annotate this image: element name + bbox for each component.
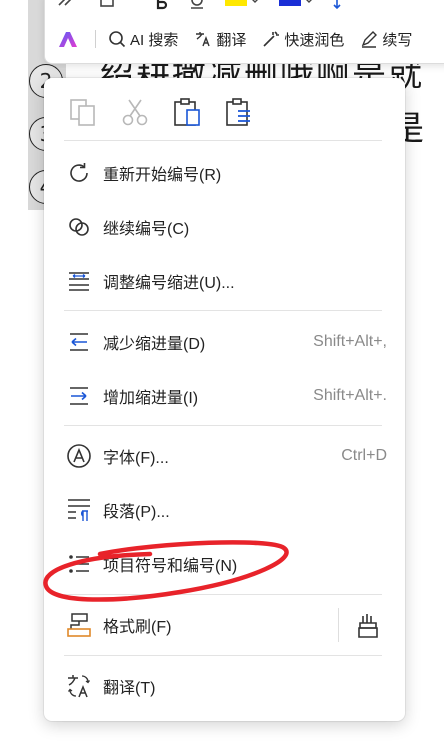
menu-item-format-painter[interactable]: 格式刷(F) [44, 600, 329, 650]
menu-item-label: 重新开始编号(R) [103, 167, 222, 184]
ai-search-button[interactable]: AI 搜索 [108, 29, 178, 50]
format-row [57, 0, 347, 15]
context-menu: 重新开始编号(R) 继续编号(C) 调整编号缩进(U)... 减少缩进量(D) … [44, 78, 405, 721]
menu-item-decrease-indent[interactable]: 减少缩进量(D) Shift+Alt+, [44, 317, 405, 367]
format-painter-separator [338, 608, 339, 642]
shortcut-label: Shift+Alt+, [313, 333, 387, 350]
clear-format-icon[interactable] [99, 0, 115, 14]
increase-indent-icon [66, 383, 92, 409]
menu-item-paragraph[interactable]: 段落(P)... [44, 485, 405, 535]
format-painter-icon [66, 612, 92, 638]
translate-label: 翻译 [216, 31, 247, 49]
underline-icon[interactable] [189, 0, 205, 14]
highlight-color-icon[interactable] [225, 0, 259, 14]
translate-button[interactable]: 翻译 [194, 29, 246, 50]
floating-toolbar: AI 搜索 翻译 快速润色 续写 [44, 0, 444, 64]
ai-search-icon [109, 31, 126, 48]
continue-writing-label: 续写 [382, 31, 413, 49]
restart-numbering-icon [66, 160, 92, 186]
translate-icon [66, 673, 92, 699]
toolbar-separator [95, 30, 96, 48]
continue-numbering-icon [66, 214, 92, 240]
screen: 2 3 4 绍耕撒减删哦啊是就 是 [0, 0, 444, 745]
font-icon [66, 443, 92, 469]
menu-item-continue-numbering[interactable]: 继续编号(C) [44, 202, 405, 252]
paragraph-icon [66, 497, 92, 523]
menu-item-label: 项目符号和编号(N) [103, 558, 238, 575]
shortcut-label: Ctrl+D [341, 447, 387, 464]
menu-item-restart-numbering[interactable]: 重新开始编号(R) [44, 148, 405, 198]
copy-icon[interactable] [66, 95, 100, 129]
format-painter-lock-icon[interactable] [354, 612, 382, 640]
line-spacing-icon[interactable] [333, 0, 347, 14]
menu-item-label: 段落(P)... [103, 504, 170, 521]
menu-item-label: 翻译(T) [103, 680, 156, 697]
translate-icon [196, 32, 210, 47]
menu-item-bullets-numbering[interactable]: 项目符号和编号(N) [44, 539, 405, 589]
menu-item-font[interactable]: 字体(F)... Ctrl+D [44, 431, 405, 481]
quick-polish-button[interactable]: 快速润色 [262, 29, 344, 50]
font-color-icon[interactable] [279, 0, 313, 14]
menu-item-adjust-indent[interactable]: 调整编号缩进(U)... [44, 256, 405, 306]
ai-row: AI 搜索 翻译 快速润色 续写 [57, 25, 428, 53]
menu-divider [64, 594, 382, 595]
menu-item-label: 格式刷(F) [103, 619, 172, 636]
continue-writing-button[interactable]: 续写 [360, 29, 412, 50]
adjust-indent-icon [66, 268, 92, 294]
menu-divider [64, 140, 382, 141]
menu-item-label: 调整编号缩进(U)... [103, 275, 235, 292]
bold-icon[interactable] [155, 0, 169, 15]
menu-item-translate[interactable]: 翻译(T) [44, 661, 405, 711]
quick-polish-label: 快速润色 [284, 31, 345, 49]
cut-icon[interactable] [118, 95, 152, 129]
menu-divider [64, 310, 382, 311]
menu-divider [64, 655, 382, 656]
paste-special-icon[interactable] [222, 95, 256, 129]
clipboard-row [66, 94, 256, 130]
menu-divider [64, 425, 382, 426]
pen-icon [362, 31, 378, 48]
decrease-indent-icon [66, 329, 92, 355]
magic-wand-icon [263, 31, 280, 47]
menu-item-label: 减少缩进量(D) [103, 336, 206, 353]
bullet-list-icon [66, 551, 92, 577]
menu-item-label: 继续编号(C) [103, 221, 190, 238]
menu-item-label: 增加缩进量(I) [103, 390, 199, 407]
shortcut-label: Shift+Alt+. [313, 387, 387, 404]
format-painter-icon[interactable] [57, 0, 79, 13]
ai-search-label: AI 搜索 [130, 31, 179, 49]
paste-icon[interactable] [170, 95, 204, 129]
menu-item-increase-indent[interactable]: 增加缩进量(I) Shift+Alt+. [44, 371, 405, 421]
wps-ai-logo-icon[interactable] [57, 30, 79, 48]
menu-item-label: 字体(F)... [103, 450, 169, 467]
